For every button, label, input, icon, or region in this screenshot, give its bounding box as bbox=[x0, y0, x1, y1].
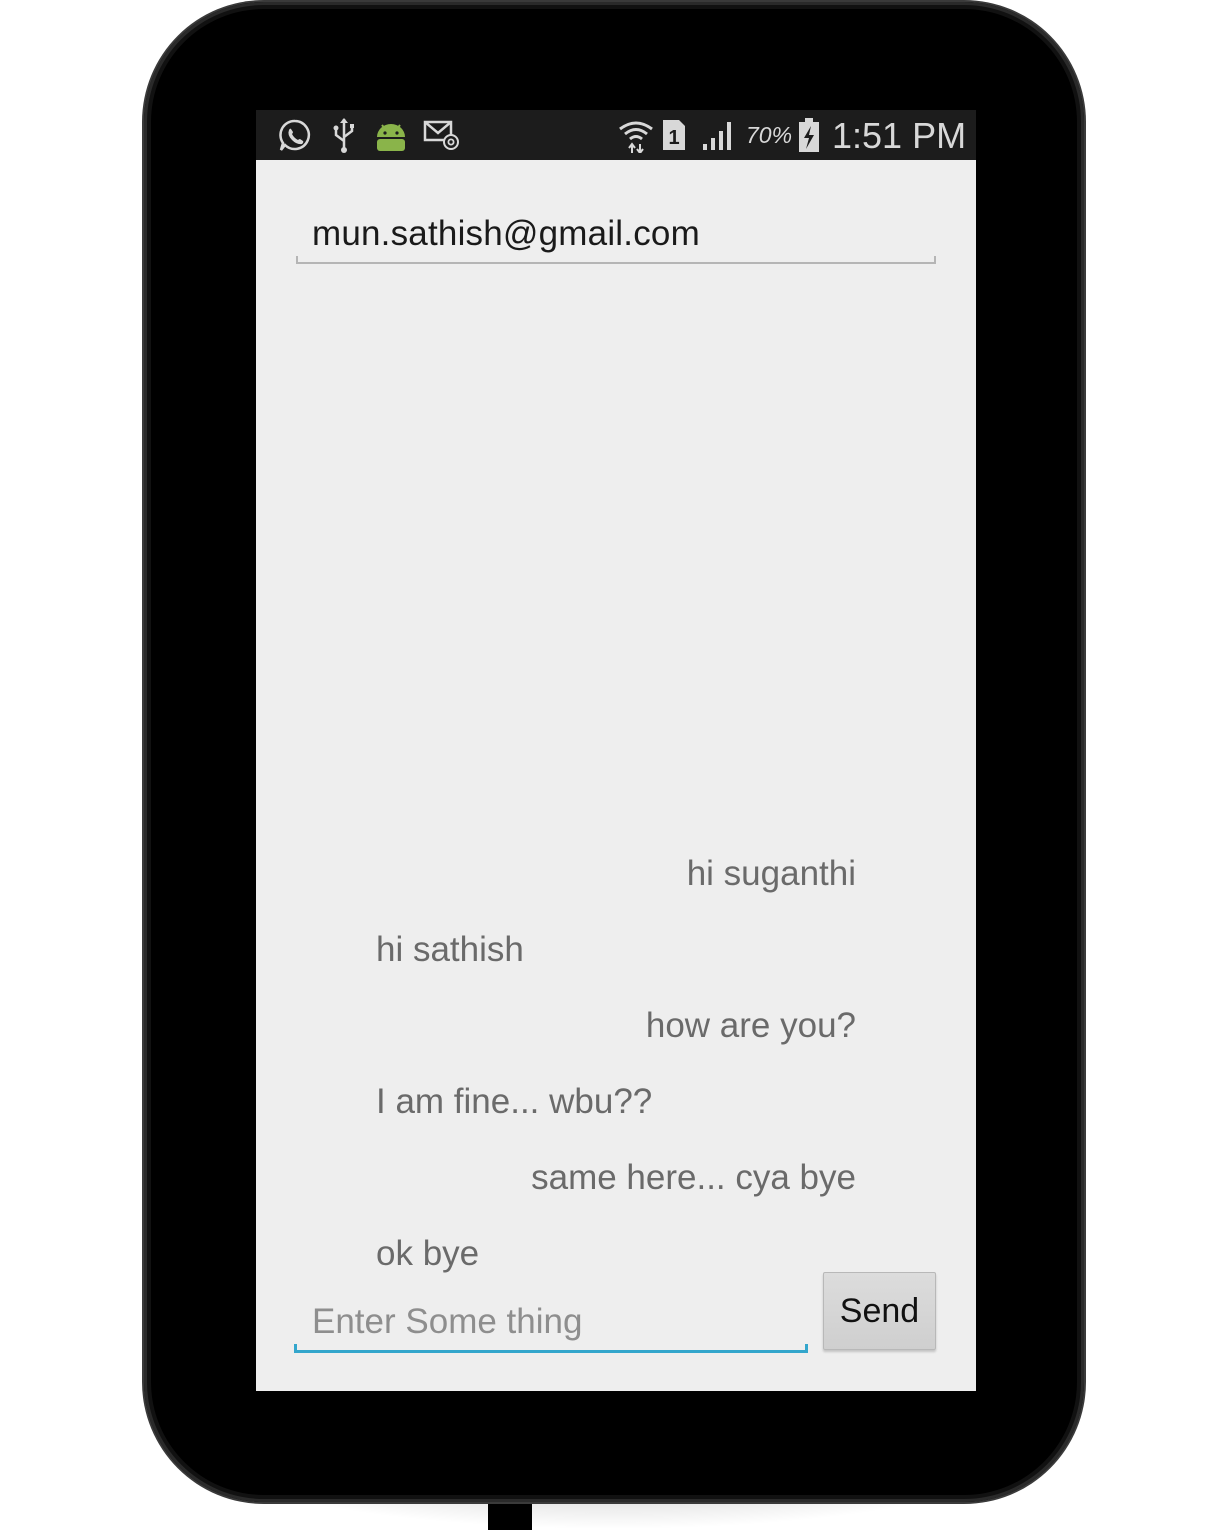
sim-slot-number: 1 bbox=[668, 127, 679, 149]
app-screen: 1 70% 1:51 PM mun.sathish@gmail.com hi s… bbox=[256, 110, 976, 1391]
status-time: 1:51 PM bbox=[832, 115, 967, 156]
message-item: hi suganthi bbox=[686, 854, 856, 893]
email-field-underline bbox=[296, 262, 936, 264]
email-field-tick-right bbox=[934, 256, 936, 264]
message-item: same here... cya bye bbox=[531, 1158, 856, 1197]
usb-icon bbox=[330, 117, 358, 153]
message-item: hi sathish bbox=[376, 930, 524, 969]
wifi-icon bbox=[616, 117, 656, 153]
compose-underline bbox=[294, 1350, 808, 1353]
message-input[interactable] bbox=[294, 1295, 808, 1349]
compose-field bbox=[294, 1295, 808, 1353]
compose-tick-left bbox=[294, 1344, 297, 1353]
message-item: I am fine... wbu?? bbox=[376, 1082, 653, 1121]
android-icon bbox=[373, 117, 409, 153]
message-item: how are you? bbox=[645, 1006, 856, 1045]
email-icon bbox=[422, 117, 462, 153]
message-item: ok bye bbox=[376, 1234, 480, 1273]
signal-icon bbox=[700, 117, 738, 153]
battery-charging-icon bbox=[796, 117, 822, 153]
recipient-email-field[interactable]: mun.sathish@gmail.com bbox=[296, 204, 936, 264]
stage: 1 70% 1:51 PM mun.sathish@gmail.com hi s… bbox=[0, 0, 1228, 1538]
sim-icon: 1 bbox=[660, 117, 688, 153]
send-button[interactable]: Send bbox=[823, 1272, 936, 1350]
compose-tick-right bbox=[805, 1344, 808, 1353]
battery-percent: 70% bbox=[746, 122, 793, 148]
email-field-tick-left bbox=[296, 256, 298, 264]
status-bar: 1 70% 1:51 PM bbox=[256, 110, 976, 160]
whatsapp-icon bbox=[276, 117, 314, 153]
recipient-email-value: mun.sathish@gmail.com bbox=[312, 214, 700, 253]
